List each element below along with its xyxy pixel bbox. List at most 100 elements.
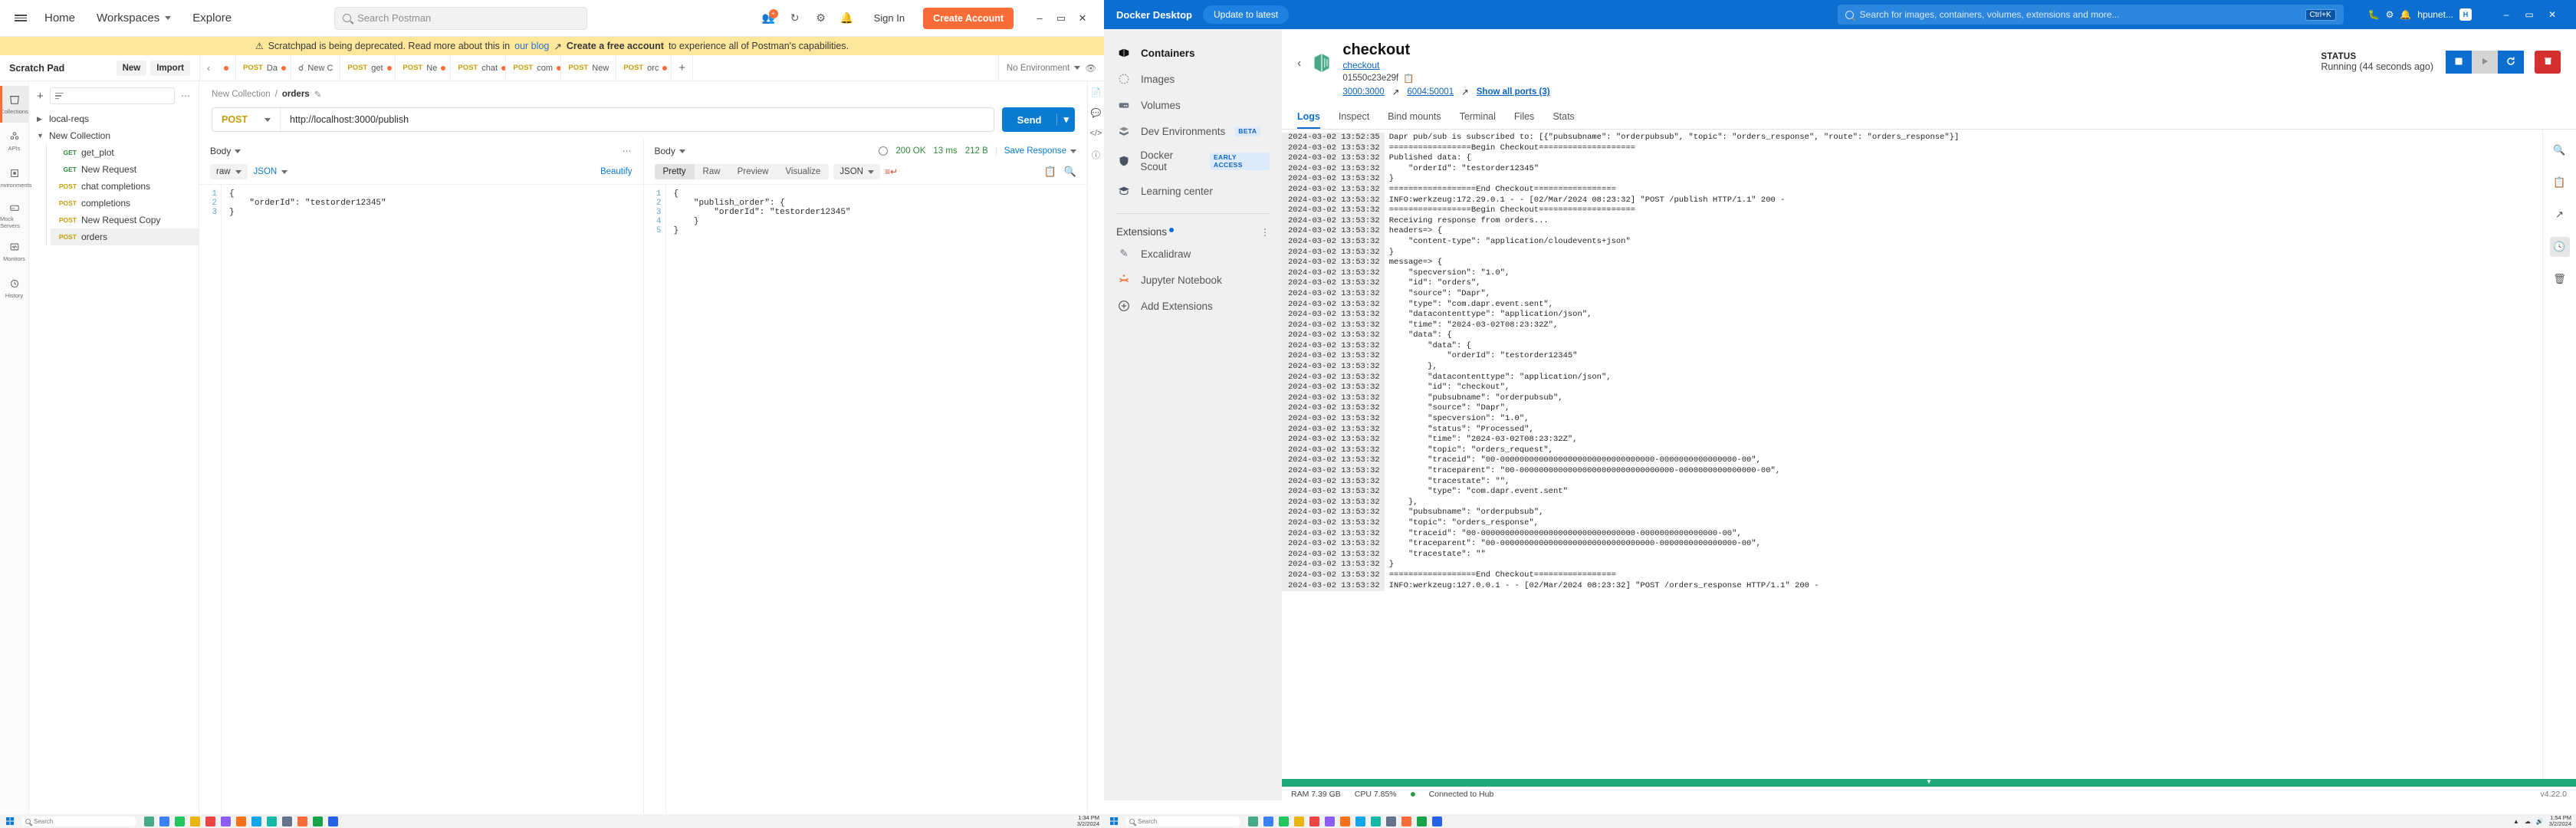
tab-item[interactable]: POST chat [451,55,507,80]
tray-chevron-icon[interactable]: ▲ [2513,818,2519,825]
tab-logs[interactable]: Logs [1297,105,1320,129]
tree-request-orders[interactable]: POST orders [51,228,199,245]
taskbar-app-postman[interactable] [1401,816,1411,826]
minimize-button[interactable]: – [1029,7,1050,30]
new-button[interactable]: New [116,60,147,76]
maximize-button[interactable]: ▭ [1050,7,1072,30]
taskbar-app-icon[interactable] [1248,816,1258,826]
bell-icon[interactable]: 🔔 [2400,9,2411,20]
taskbar-app-icon[interactable] [175,816,185,826]
tree-folder-new-collection[interactable]: ▼ New Collection [29,127,199,144]
taskbar-app-icon[interactable] [1432,816,1442,826]
collections-more-icon[interactable]: ⋯ [181,90,191,101]
tab-stats[interactable]: Stats [1552,105,1575,129]
start-button[interactable] [1104,814,1124,828]
request-code-lines[interactable]: { "orderId": "testorder12345" } [221,185,643,828]
environment-selector[interactable]: No Environment 👁 [997,55,1104,80]
taskbar-app-icon[interactable] [159,816,169,826]
response-body-viewer[interactable]: 1 2 3 4 5 { "publish_order": {"orderId"… [643,184,1087,828]
add-collection-icon[interactable]: + [37,90,44,103]
user-account[interactable]: 🐛 ⚙ 🔔 hpunet... H [2368,8,2472,21]
update-to-latest-button[interactable]: Update to latest [1202,5,1290,24]
scroll-to-bottom-bar[interactable]: ▼ [1282,778,2576,787]
close-button[interactable]: ✕ [1072,7,1093,30]
taskbar-clock[interactable]: 1:34 PM 3/2/2024 [1077,814,1099,828]
sidebar-item-learning-center[interactable]: Learning center [1104,178,1282,204]
close-button[interactable]: ✕ [2541,0,2564,29]
sidebar-item-docker-scout[interactable]: Docker Scout EARLY ACCESS [1104,144,1282,178]
extension-item-excalidraw[interactable]: ✎ Excalidraw [1104,241,1282,267]
tab-bind-mounts[interactable]: Bind mounts [1388,105,1441,129]
banner-blog-link[interactable]: our blog [514,41,549,51]
sidebar-item-images[interactable]: Images [1104,66,1282,92]
nav-workspaces[interactable]: Workspaces [86,7,182,29]
taskbar-app-icon[interactable] [144,816,154,826]
sidebar-item-containers[interactable]: Containers [1104,40,1282,66]
tree-folder-local-reqs[interactable]: ▶ local-reqs [29,110,199,127]
clock-icon[interactable]: 🕓 [2549,237,2570,257]
taskbar-app-icon[interactable] [1279,816,1289,826]
volume-icon[interactable]: 🔊 [2536,818,2544,825]
method-selector[interactable]: POST [212,108,281,131]
start-button[interactable] [2472,51,2498,74]
sidebar-item-volumes[interactable]: Volumes [1104,92,1282,118]
tab-preview[interactable]: Preview [729,164,777,179]
tree-request-completions[interactable]: POST completions [51,195,199,212]
tabs-scroll-left-icon[interactable]: ‹ [200,63,217,74]
delete-button[interactable] [2535,51,2561,74]
taskbar-app-icon[interactable] [282,816,292,826]
start-button[interactable] [0,814,20,828]
taskbar-app-icon[interactable] [1355,816,1365,826]
network-icon[interactable]: ☁ [2525,818,2531,825]
tree-request-new-request-copy[interactable]: POST New Request Copy [51,212,199,228]
taskbar-app-icon[interactable] [313,816,323,826]
extension-item-jupyter-notebook[interactable]: Jupyter Notebook [1104,267,1282,293]
taskbar-search-input[interactable]: Search [1125,816,1240,826]
environment-eye-icon[interactable]: 👁 [1085,63,1096,74]
taskbar-app-postman[interactable] [297,816,307,826]
sidebar-item-monitors[interactable]: Monitors [0,233,28,270]
taskbar-app-icon[interactable] [1325,816,1335,826]
code-snippet-icon[interactable]: </> [1090,129,1102,138]
body-type-selector[interactable]: raw [210,164,248,179]
tab-item[interactable]: POST get [340,55,396,80]
documentation-icon[interactable]: 📄 [1091,87,1102,97]
taskbar-app-icon[interactable] [221,816,231,826]
hamburger-icon[interactable] [8,13,34,24]
request-body-editor[interactable]: 1 2 3 { "orderId": "testorder12345" } [199,184,643,828]
tab-raw[interactable]: Raw [695,164,729,179]
tab-item[interactable]: POST New [561,55,617,80]
comments-icon[interactable]: 💬 [1091,108,1102,118]
sign-in-button[interactable]: Sign In [865,8,914,28]
sidebar-item-mock-servers[interactable]: Mock Servers [0,196,28,233]
taskbar-app-icon[interactable] [205,816,215,826]
maximize-button[interactable]: ▭ [2518,0,2541,29]
taskbar-app-icon[interactable] [1263,816,1273,826]
tab-terminal[interactable]: Terminal [1460,105,1496,129]
sidebar-item-dev-environments[interactable]: Dev Environments BETA [1104,118,1282,144]
request-body-dropdown[interactable]: Body [210,146,242,156]
log-output[interactable]: 2024-03-02 13:52:35 Dapr pub/sub is subsc… [1282,130,2542,779]
sidebar-item-apis[interactable]: APIs [0,123,28,159]
tab-visualize[interactable]: Visualize [777,164,829,179]
beautify-button[interactable]: Beautify [600,167,632,176]
body-format-selector[interactable]: JSON [248,164,294,179]
sidebar-item-history[interactable]: History [0,270,28,307]
taskbar-app-icon[interactable] [190,816,200,826]
search-icon[interactable]: 🔍 [2550,140,2570,160]
extensions-kebab-icon[interactable]: ⋮ [1260,228,1270,237]
tab-files[interactable]: Files [1514,105,1534,129]
copy-icon[interactable]: 📋 [1044,166,1056,178]
word-wrap-icon[interactable]: ≡↵ [880,166,902,177]
taskbar-app-icon[interactable] [267,816,277,826]
gear-icon[interactable]: ⚙ [813,10,830,27]
chevron-left-icon[interactable]: ‹ [1297,40,1301,71]
external-link-icon[interactable]: ↗ [1461,87,1469,97]
taskbar-app-icon[interactable] [236,816,246,826]
taskbar-app-icon[interactable] [1386,816,1396,826]
send-button[interactable]: Send ▾ [1001,107,1075,132]
info-icon[interactable]: ⓘ [1092,149,1100,161]
tab-inspect[interactable]: Inspect [1339,105,1369,129]
tab-item[interactable]: POST orc [616,55,672,80]
new-tab-button[interactable]: + [672,55,694,80]
